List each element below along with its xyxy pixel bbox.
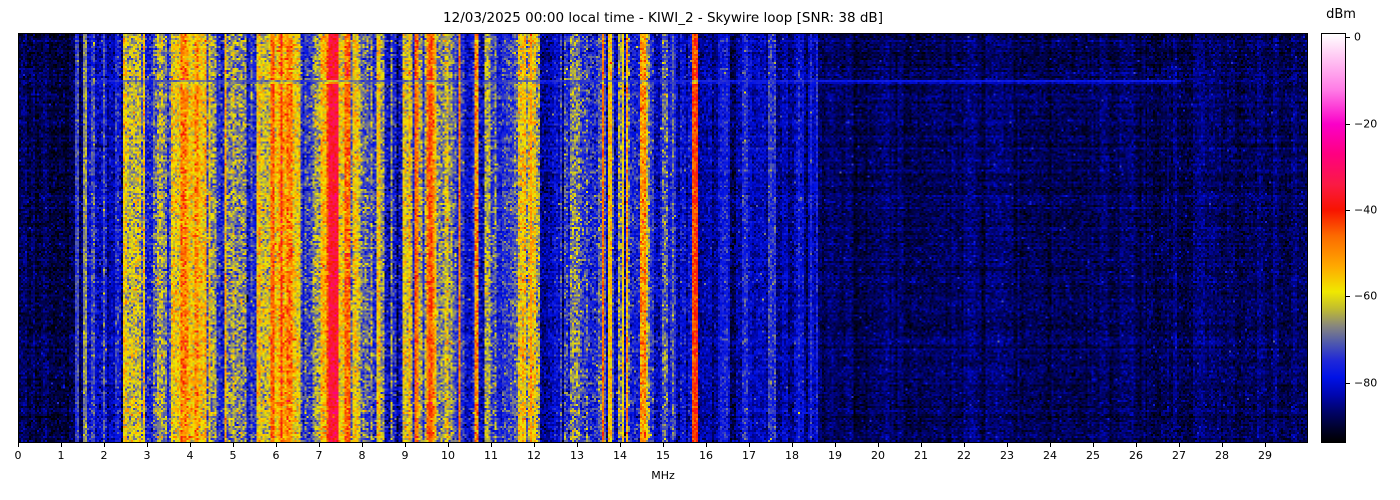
x-tick-label: 12 bbox=[527, 449, 541, 462]
x-tick-mark bbox=[534, 443, 535, 447]
x-tick-label: 23 bbox=[1000, 449, 1014, 462]
x-tick-mark bbox=[878, 443, 879, 447]
x-tick-label: 9 bbox=[402, 449, 409, 462]
x-tick-label: 13 bbox=[570, 449, 584, 462]
colorbar-tick-label: −20 bbox=[1354, 117, 1377, 130]
x-tick-label: 24 bbox=[1043, 449, 1057, 462]
x-tick-mark bbox=[405, 443, 406, 447]
x-tick-label: 19 bbox=[828, 449, 842, 462]
x-tick-label: 10 bbox=[441, 449, 455, 462]
x-tick-mark bbox=[835, 443, 836, 447]
x-tick-label: 3 bbox=[144, 449, 151, 462]
x-tick-label: 16 bbox=[699, 449, 713, 462]
x-tick-mark bbox=[319, 443, 320, 447]
chart-title: 12/03/2025 00:00 local time - KIWI_2 - S… bbox=[18, 9, 1308, 27]
x-tick-label: 26 bbox=[1129, 449, 1143, 462]
x-tick-label: 27 bbox=[1172, 449, 1186, 462]
colorbar-tick-label: 0 bbox=[1354, 31, 1361, 44]
colorbar-unit-label: dBm bbox=[1308, 6, 1374, 23]
x-tick-label: 4 bbox=[187, 449, 194, 462]
colorbar-tick-label: −60 bbox=[1354, 290, 1377, 303]
x-tick-label: 14 bbox=[613, 449, 627, 462]
x-tick-label: 8 bbox=[359, 449, 366, 462]
waterfall-canvas bbox=[19, 34, 1307, 442]
x-tick-mark bbox=[1179, 443, 1180, 447]
x-tick-mark bbox=[61, 443, 62, 447]
x-tick-label: 25 bbox=[1086, 449, 1100, 462]
x-axis-label: MHz bbox=[18, 469, 1308, 483]
waterfall-plot bbox=[18, 33, 1308, 443]
x-tick-label: 29 bbox=[1258, 449, 1272, 462]
x-tick-label: 6 bbox=[273, 449, 280, 462]
x-tick-label: 21 bbox=[914, 449, 928, 462]
x-tick-mark bbox=[964, 443, 965, 447]
colorbar bbox=[1321, 33, 1346, 443]
x-tick-label: 17 bbox=[742, 449, 756, 462]
x-tick-label: 0 bbox=[15, 449, 22, 462]
x-tick-mark bbox=[276, 443, 277, 447]
spectrogram-figure: 12/03/2025 00:00 local time - KIWI_2 - S… bbox=[0, 0, 1400, 500]
x-tick-mark bbox=[147, 443, 148, 447]
x-tick-mark bbox=[233, 443, 234, 447]
x-tick-mark bbox=[1136, 443, 1137, 447]
colorbar-tick-mark bbox=[1346, 37, 1350, 38]
x-tick-mark bbox=[706, 443, 707, 447]
x-tick-label: 28 bbox=[1215, 449, 1229, 462]
x-tick-mark bbox=[577, 443, 578, 447]
x-tick-mark bbox=[1093, 443, 1094, 447]
x-tick-label: 1 bbox=[58, 449, 65, 462]
x-tick-label: 5 bbox=[230, 449, 237, 462]
x-tick-label: 7 bbox=[316, 449, 323, 462]
x-tick-mark bbox=[190, 443, 191, 447]
x-tick-label: 11 bbox=[484, 449, 498, 462]
x-tick-label: 20 bbox=[871, 449, 885, 462]
x-tick-mark bbox=[491, 443, 492, 447]
x-tick-label: 15 bbox=[656, 449, 670, 462]
x-tick-mark bbox=[792, 443, 793, 447]
colorbar-tick-mark bbox=[1346, 383, 1350, 384]
colorbar-tick-mark bbox=[1346, 124, 1350, 125]
x-tick-mark bbox=[448, 443, 449, 447]
x-tick-label: 18 bbox=[785, 449, 799, 462]
x-tick-mark bbox=[749, 443, 750, 447]
x-tick-mark bbox=[921, 443, 922, 447]
x-tick-mark bbox=[1007, 443, 1008, 447]
x-tick-mark bbox=[362, 443, 363, 447]
x-tick-mark bbox=[1050, 443, 1051, 447]
colorbar-tick-mark bbox=[1346, 210, 1350, 211]
x-tick-mark bbox=[663, 443, 664, 447]
x-tick-label: 22 bbox=[957, 449, 971, 462]
x-tick-label: 2 bbox=[101, 449, 108, 462]
x-tick-mark bbox=[1222, 443, 1223, 447]
x-tick-mark bbox=[620, 443, 621, 447]
x-tick-mark bbox=[1265, 443, 1266, 447]
colorbar-tick-mark bbox=[1346, 296, 1350, 297]
x-tick-mark bbox=[18, 443, 19, 447]
x-tick-mark bbox=[104, 443, 105, 447]
colorbar-tick-label: −40 bbox=[1354, 203, 1377, 216]
colorbar-tick-label: −80 bbox=[1354, 376, 1377, 389]
